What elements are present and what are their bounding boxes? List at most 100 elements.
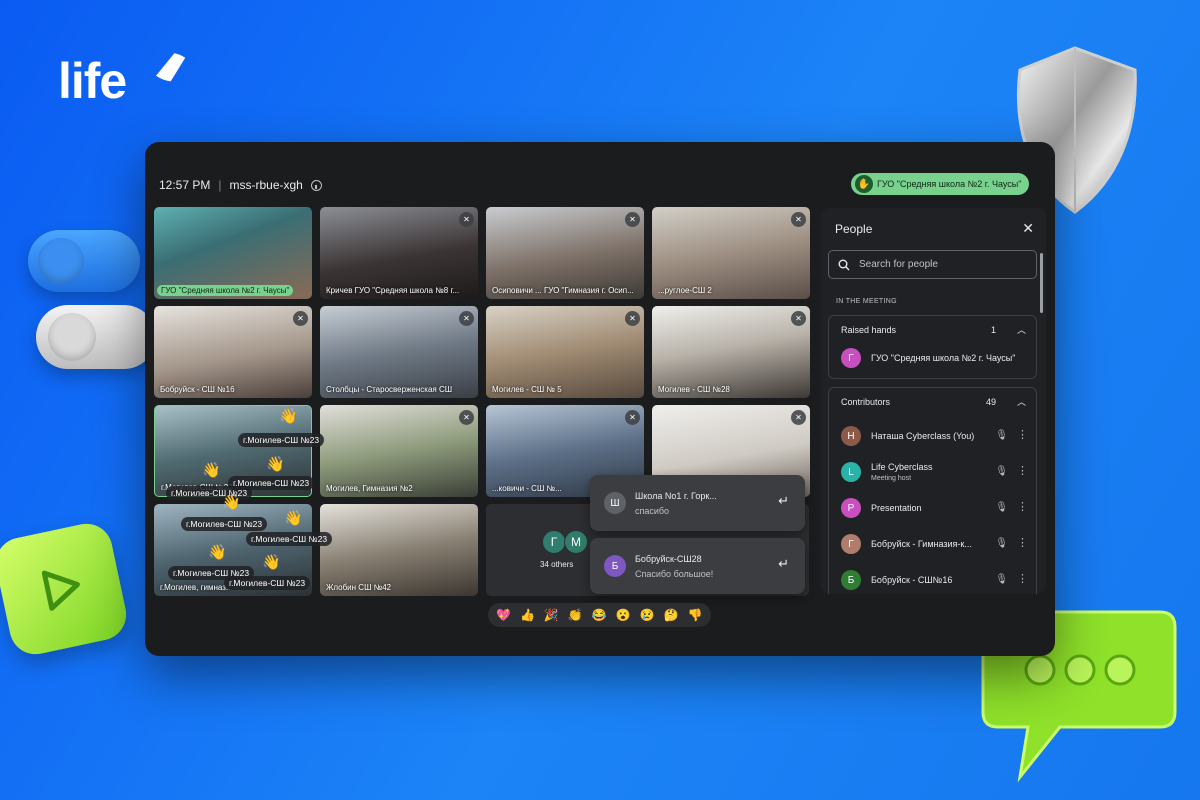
- more-options-icon[interactable]: ⋮: [1017, 536, 1028, 549]
- participant-name: ГУО "Средняя школа №2 г. Чаусы": [871, 353, 1016, 363]
- raised-hand-emoji: 👋: [222, 494, 241, 511]
- people-panel: People ✕ IN THE MEETING Raised hands 1 ︿…: [821, 208, 1046, 594]
- section-label: IN THE MEETING: [836, 298, 897, 305]
- hand-tag: г.Могилев-СШ №23: [224, 576, 311, 590]
- participant-row[interactable]: P Presentation 🎙︎ ⋮: [841, 494, 1036, 524]
- participant-row[interactable]: Н Наташа Cyberclass (You) 🎙︎ ⋮: [841, 422, 1036, 452]
- mic-off-icon[interactable]: 🎙︎: [995, 538, 1008, 549]
- section-title: Raised hands: [841, 325, 897, 335]
- raised-hand-name: ГУО "Средняя школа №2 г. Чаусы": [877, 179, 1022, 189]
- mic-off-icon: ✕: [625, 410, 640, 425]
- meet-window: 12:57 PM | mss-rbue-xgh ✋ ГУО "Средняя ш…: [145, 142, 1055, 656]
- search-input[interactable]: [859, 251, 1029, 278]
- section-count: 1: [990, 325, 996, 335]
- video-tile[interactable]: Жлобин СШ №42: [320, 504, 478, 596]
- raised-hand-chip[interactable]: ✋ ГУО "Средняя школа №2 г. Чаусы": [851, 173, 1030, 195]
- tile-label: Бобруйск - СШ №16: [160, 385, 235, 394]
- play-icon: [41, 570, 80, 611]
- tile-label: Могилев - СШ № 5: [492, 385, 562, 394]
- mic-off-icon: ✕: [459, 311, 474, 326]
- raised-hand-emoji: 👋: [279, 408, 298, 425]
- participant-row[interactable]: Б Бобруйск - СШ№16 🎙︎ ⋮: [841, 566, 1036, 594]
- more-options-icon[interactable]: ⋮: [1017, 464, 1028, 477]
- reaction-thumbs-down[interactable]: 👎: [688, 608, 703, 622]
- mic-off-icon: ✕: [625, 311, 640, 326]
- toast-sender: Бобруйск-СШ28: [635, 554, 702, 564]
- video-tile[interactable]: ✕ ...руглое-СШ 2: [652, 207, 810, 299]
- info-icon[interactable]: [310, 179, 322, 191]
- mic-off-icon[interactable]: 🎙︎: [995, 574, 1008, 585]
- reply-icon[interactable]: ↵: [778, 493, 789, 509]
- tile-label: Жлобин СШ №42: [326, 583, 392, 592]
- tile-label: Могилев, Гимназия №2: [326, 484, 413, 493]
- raised-hand-emoji: 👋: [202, 462, 221, 479]
- participant-row[interactable]: Г Бобруйск - Гимназия-к... 🎙︎ ⋮: [841, 530, 1036, 560]
- raised-hand-emoji: 👋: [284, 510, 303, 527]
- video-tile[interactable]: ✕ Столбцы - Старосверженская СШ: [320, 306, 478, 398]
- mic-off-icon: ✕: [293, 311, 308, 326]
- chat-toast[interactable]: Б Бобруйск-СШ28 Спасибо большое! ↵: [590, 538, 805, 594]
- hand-tag: г.Могилев-СШ №23: [238, 433, 325, 447]
- video-tile[interactable]: ✕ Могилев - СШ №28: [652, 306, 810, 398]
- close-icon[interactable]: ✕: [1022, 220, 1034, 237]
- people-search[interactable]: [828, 250, 1037, 279]
- tile-label: Могилев - СШ №28: [658, 385, 730, 394]
- others-count: 34 others: [540, 560, 574, 569]
- toast-message: Спасибо большое!: [635, 569, 714, 579]
- search-icon: [838, 259, 850, 271]
- meeting-code: mss-rbue-xgh: [229, 178, 303, 192]
- toast-sender: Школа No1 г. Горк...: [635, 491, 717, 501]
- reply-icon[interactable]: ↵: [778, 556, 789, 572]
- participant-name: Presentation: [871, 503, 922, 513]
- more-options-icon[interactable]: ⋮: [1017, 500, 1028, 513]
- reactions-bar: 💖 👍 🎉 👏 😂 😮 😢 🤔 👎: [488, 603, 711, 627]
- mic-off-icon: ✕: [791, 410, 806, 425]
- reaction-party[interactable]: 🎉: [544, 608, 559, 622]
- reaction-thinking[interactable]: 🤔: [664, 608, 679, 622]
- participant-name: Наташа Cyberclass (You): [871, 431, 975, 441]
- mic-off-icon: ✕: [459, 212, 474, 227]
- toggle-decoration-grey: [36, 305, 156, 369]
- video-tile[interactable]: ✕ Кричев ГУО "Средняя школа №8 г...: [320, 207, 478, 299]
- life-logo: life: [58, 53, 127, 109]
- video-tile[interactable]: ✕ Бобруйск - СШ №16: [154, 306, 312, 398]
- raised-hand-emoji: 👋: [262, 554, 281, 571]
- participant-name: Life Cyberclass: [871, 462, 933, 472]
- tile-label: ГУО "Средняя школа №2 г. Чаусы": [157, 285, 294, 296]
- mic-off-icon[interactable]: 🎙︎: [995, 466, 1008, 477]
- avatar: Г: [542, 530, 566, 554]
- raised-hand-emoji: 👋: [208, 544, 227, 561]
- mic-off-icon: ✕: [791, 212, 806, 227]
- section-count: 49: [985, 397, 996, 407]
- reaction-sad[interactable]: 😢: [640, 608, 655, 622]
- video-tile[interactable]: ГУО "Средняя школа №2 г. Чаусы": [154, 207, 312, 299]
- raised-hand-emoji: 👋: [266, 456, 285, 473]
- chevron-up-icon[interactable]: ︿: [1017, 395, 1026, 408]
- mic-off-icon: ✕: [459, 410, 474, 425]
- participant-row[interactable]: L Life Cyberclass Meeting host 🎙︎ ⋮: [841, 458, 1036, 488]
- participant-name: Бобруйск - СШ№16: [871, 575, 953, 585]
- chevron-up-icon[interactable]: ︿: [1017, 323, 1026, 336]
- scrollbar[interactable]: [1040, 253, 1043, 313]
- mic-off-icon: ✕: [625, 212, 640, 227]
- tile-label: ...руглое-СШ 2: [658, 286, 712, 295]
- reaction-heart[interactable]: 💖: [496, 608, 511, 622]
- participant-row[interactable]: Г ГУО "Средняя школа №2 г. Чаусы": [841, 344, 1036, 374]
- video-tile[interactable]: ✕ Могилев, Гимназия №2: [320, 405, 478, 497]
- more-options-icon[interactable]: ⋮: [1017, 572, 1028, 585]
- chat-toast[interactable]: Ш Школа No1 г. Горк... спасибо ↵: [590, 475, 805, 531]
- reaction-laugh[interactable]: 😂: [592, 608, 607, 622]
- mic-off-icon[interactable]: 🎙︎: [995, 430, 1008, 441]
- reaction-thumbs-up[interactable]: 👍: [520, 608, 535, 622]
- raised-hands-section: Raised hands 1 ︿ Г ГУО "Средняя школа №2…: [828, 315, 1037, 379]
- participant-role: Meeting host: [871, 475, 912, 482]
- mic-off-icon[interactable]: 🎙︎: [995, 502, 1008, 513]
- more-options-icon[interactable]: ⋮: [1017, 428, 1028, 441]
- hand-tag: г.Могилев-СШ №23: [181, 517, 268, 531]
- separator: |: [218, 178, 222, 192]
- reaction-clap[interactable]: 👏: [568, 608, 583, 622]
- video-tile[interactable]: ✕ Осиповичи ... ГУО "Гимназия г. Осип...: [486, 207, 644, 299]
- video-tile[interactable]: ✕ Могилев - СШ № 5: [486, 306, 644, 398]
- avatar: Б: [604, 555, 626, 577]
- reaction-surprised[interactable]: 😮: [616, 608, 631, 622]
